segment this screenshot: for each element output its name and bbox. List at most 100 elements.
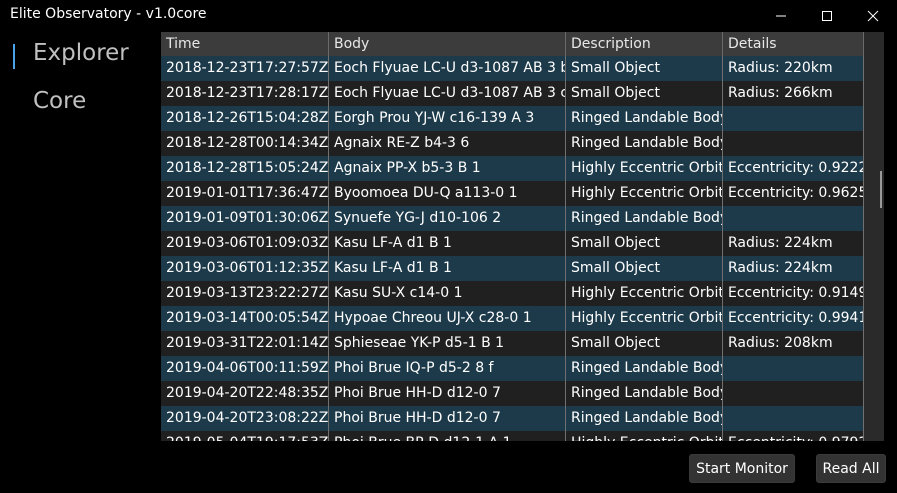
cell-description: Ringed Landable Body	[566, 206, 723, 231]
cell-description: Ringed Landable Body	[566, 381, 723, 406]
cell-details: Eccentricity: 0.9941	[723, 306, 864, 331]
cell-body: Eoch Flyuae LC-U d3-1087 AB 3 b	[329, 56, 566, 81]
cell-body: Phoi Brue IQ-P d5-2 8 f	[329, 356, 566, 381]
table-row[interactable]: 2019-03-14T00:05:54Z Hypoae Chreou UJ-X c…	[161, 306, 864, 331]
cell-time: 2019-04-06T00:11:59Z	[161, 356, 329, 381]
cell-body: Phoi Brue HH-D d12-0 7	[329, 381, 566, 406]
cell-time: 2019-03-14T00:05:54Z	[161, 306, 329, 331]
table-row[interactable]: 2019-04-20T22:48:35Z Phoi Brue HH-D d12-0…	[161, 381, 864, 406]
minimize-button[interactable]	[758, 0, 804, 32]
scrollbar-thumb[interactable]	[880, 171, 882, 208]
cell-description: Ringed Landable Body	[566, 406, 723, 431]
minimize-icon	[776, 15, 786, 17]
table-row[interactable]: 2018-12-23T17:28:17Z Eoch Flyuae LC-U d3-…	[161, 81, 864, 106]
table-row[interactable]: 2018-12-23T17:27:57Z Eoch Flyuae LC-U d3-…	[161, 56, 864, 81]
table-row[interactable]: 2019-01-09T01:30:06Z Synuefe YG-J d10-106…	[161, 206, 864, 231]
cell-body: Kasu SU-X c14-0 1	[329, 281, 566, 306]
read-all-button[interactable]: Read All	[816, 454, 886, 483]
maximize-icon	[822, 11, 832, 21]
cell-description: Highly Eccentric Orbit	[566, 431, 723, 441]
cell-time: 2018-12-28T15:05:24Z	[161, 156, 329, 181]
table-row[interactable]: 2019-03-06T01:09:03Z Kasu LF-A d1 B 1 Smal…	[161, 231, 864, 256]
cell-details	[723, 131, 864, 156]
cell-details: Radius: 208km	[723, 331, 864, 356]
title-bar: Elite Observatory - v1.0core	[0, 0, 897, 32]
table-row[interactable]: 2019-03-31T22:01:14Z Sphieseae YK-P d5-1 …	[161, 331, 864, 356]
cell-time: 2018-12-23T17:28:17Z	[161, 81, 329, 106]
close-icon	[867, 10, 879, 22]
cell-details: Eccentricity: 0.9625	[723, 181, 864, 206]
grid-header: Time Body Description Details	[161, 32, 884, 56]
cell-body: Kasu LF-A d1 B 1	[329, 231, 566, 256]
cell-description: Ringed Landable Body	[566, 131, 723, 156]
cell-time: 2019-04-20T23:08:22Z	[161, 406, 329, 431]
cell-time: 2018-12-23T17:27:57Z	[161, 56, 329, 81]
cell-description: Highly Eccentric Orbit	[566, 156, 723, 181]
column-header-details[interactable]: Details	[723, 32, 864, 56]
cell-description: Small Object	[566, 81, 723, 106]
cell-body: Synuefe YG-J d10-106 2	[329, 206, 566, 231]
cell-body: Sphieseae YK-P d5-1 B 1	[329, 331, 566, 356]
cell-description: Highly Eccentric Orbit	[566, 181, 723, 206]
cell-description: Ringed Landable Body	[566, 106, 723, 131]
cell-time: 2019-03-06T01:09:03Z	[161, 231, 329, 256]
table-row[interactable]: 2018-12-26T15:04:28Z Eorgh Prou YJ-W c16-…	[161, 106, 864, 131]
cell-description: Small Object	[566, 256, 723, 281]
window-title: Elite Observatory - v1.0core	[10, 6, 207, 22]
cell-details	[723, 206, 864, 231]
cell-details: Radius: 266km	[723, 81, 864, 106]
table-row[interactable]: 2019-01-01T17:36:47Z Byoomoea DU-Q a113-0…	[161, 181, 864, 206]
column-header-time[interactable]: Time	[161, 32, 329, 56]
cell-time: 2019-01-09T01:30:06Z	[161, 206, 329, 231]
cell-description: Small Object	[566, 331, 723, 356]
cell-description: Small Object	[566, 56, 723, 81]
table-row[interactable]: 2019-04-20T23:08:22Z Phoi Brue HH-D d12-0…	[161, 406, 864, 431]
nav-item-core[interactable]: Core	[33, 88, 86, 114]
nav-item-explorer[interactable]: Explorer	[33, 40, 129, 66]
selection-indicator	[13, 44, 15, 69]
cell-details: Radius: 224km	[723, 256, 864, 281]
close-button[interactable]	[850, 0, 896, 32]
cell-details: Eccentricity: 0.9792	[723, 431, 864, 441]
cell-body: Phoi Brue BP-D d12-1 A 1	[329, 431, 566, 441]
cell-details	[723, 406, 864, 431]
cell-description: Ringed Landable Body	[566, 356, 723, 381]
cell-details	[723, 106, 864, 131]
cell-body: Agnaix RE-Z b4-3 6	[329, 131, 566, 156]
cell-time: 2019-03-06T01:12:35Z	[161, 256, 329, 281]
cell-body: Eoch Flyuae LC-U d3-1087 AB 3 c	[329, 81, 566, 106]
cell-details: Eccentricity: 0.9222	[723, 156, 864, 181]
cell-time: 2019-04-20T22:48:35Z	[161, 381, 329, 406]
cell-description: Highly Eccentric Orbit	[566, 281, 723, 306]
table-row[interactable]: 2018-12-28T00:14:34Z Agnaix RE-Z b4-3 6 Ri…	[161, 131, 864, 156]
grid-rows: 2018-12-23T17:27:57Z Eoch Flyuae LC-U d3-…	[161, 56, 864, 441]
column-header-body[interactable]: Body	[329, 32, 566, 56]
maximize-button[interactable]	[804, 0, 850, 32]
cell-time: 2018-12-28T00:14:34Z	[161, 131, 329, 156]
cell-time: 2019-01-01T17:36:47Z	[161, 181, 329, 206]
cell-description: Small Object	[566, 231, 723, 256]
cell-description: Highly Eccentric Orbit	[566, 306, 723, 331]
explorer-data-grid[interactable]: Time Body Description Details 2018-12-23…	[161, 32, 884, 441]
cell-details	[723, 381, 864, 406]
cell-body: Agnaix PP-X b5-3 B 1	[329, 156, 566, 181]
table-row[interactable]: 2019-03-13T23:22:27Z Kasu SU-X c14-0 1 Hig…	[161, 281, 864, 306]
table-row[interactable]: 2019-05-04T19:17:53ZPhoi Brue BP-D d12-1…	[161, 431, 864, 441]
cell-body: Kasu LF-A d1 B 1	[329, 256, 566, 281]
cell-details: Eccentricity: 0.9149	[723, 281, 864, 306]
cell-details	[723, 356, 864, 381]
cell-details: Radius: 220km	[723, 56, 864, 81]
table-row[interactable]: 2019-04-06T00:11:59Z Phoi Brue IQ-P d5-2 …	[161, 356, 864, 381]
cell-body: Hypoae Chreou UJ-X c28-0 1	[329, 306, 566, 331]
column-header-description[interactable]: Description	[566, 32, 723, 56]
cell-body: Phoi Brue HH-D d12-0 7	[329, 406, 566, 431]
table-row[interactable]: 2018-12-28T15:05:24Z Agnaix PP-X b5-3 B 1…	[161, 156, 864, 181]
cell-body: Eorgh Prou YJ-W c16-139 A 3	[329, 106, 566, 131]
vertical-scrollbar[interactable]	[864, 32, 884, 441]
cell-time: 2018-12-26T15:04:28Z	[161, 106, 329, 131]
start-monitor-button[interactable]: Start Monitor	[689, 454, 795, 483]
cell-time: 2019-03-13T23:22:27Z	[161, 281, 329, 306]
cell-time: 2019-05-04T19:17:53Z	[161, 431, 329, 441]
cell-details: Radius: 224km	[723, 231, 864, 256]
table-row[interactable]: 2019-03-06T01:12:35Z Kasu LF-A d1 B 1 Smal…	[161, 256, 864, 281]
